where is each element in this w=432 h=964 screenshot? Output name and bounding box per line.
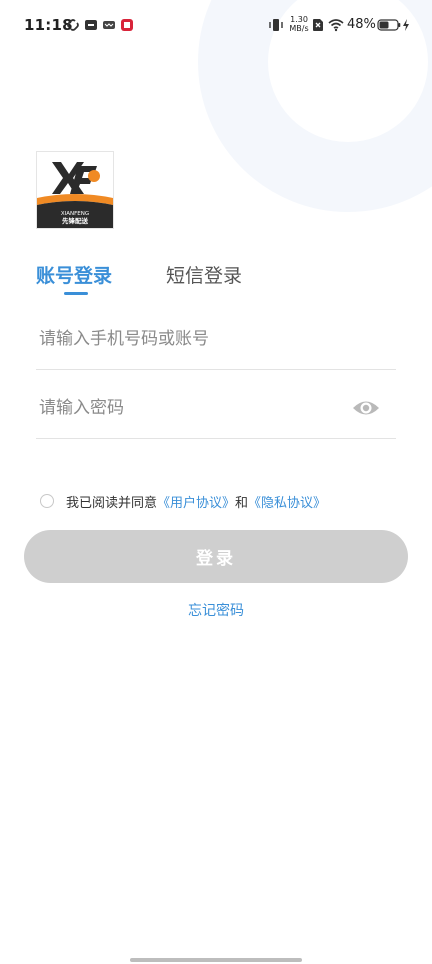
battery-percent: 48%: [347, 17, 376, 32]
status-bar: 11:18 1.30 MB/s 48%: [0, 0, 432, 52]
privacy-policy-link[interactable]: 《隐私协议》: [248, 492, 326, 511]
charging-icon: [403, 19, 409, 31]
login-button[interactable]: 登录: [24, 530, 408, 583]
home-indicator[interactable]: [130, 958, 302, 962]
account-input[interactable]: [36, 310, 336, 368]
network-speed: 1.30 MB/s: [289, 15, 309, 33]
agreement-prefix: 我已阅读并同意: [66, 495, 158, 511]
active-tab-indicator: [64, 292, 88, 295]
wifi-icon: [328, 19, 344, 32]
password-input[interactable]: [36, 379, 336, 437]
battery-icon: [377, 19, 401, 31]
logo-brand-cn: 先锋配送: [62, 216, 89, 225]
forgot-password-link[interactable]: 忘记密码: [0, 600, 432, 620]
agreement-conjunction: 和: [235, 495, 249, 511]
vibrate-icon: [269, 19, 283, 31]
user-agreement-link[interactable]: 《用户协议》: [157, 492, 235, 511]
password-field: [36, 379, 396, 439]
agreement-checkbox[interactable]: [40, 494, 54, 508]
login-screen: 11:18 1.30 MB/s 48% XIANFENG 先锋配送 账号登录 短…: [0, 0, 432, 964]
no-sim-icon: [313, 19, 323, 31]
app-logo: XIANFENG 先锋配送: [36, 151, 114, 229]
red-app-icon: [121, 19, 133, 31]
agreement-row: 我已阅读并同意 《用户协议》 和 《隐私协议》: [40, 491, 326, 511]
link-app-icon: [67, 19, 79, 31]
account-field: [36, 310, 396, 370]
box-app-icon: [85, 20, 97, 30]
tab-account-login[interactable]: 账号登录: [36, 261, 112, 288]
mail-app-icon: [103, 21, 115, 29]
tab-sms-login[interactable]: 短信登录: [166, 261, 242, 288]
eye-icon[interactable]: [352, 397, 380, 419]
